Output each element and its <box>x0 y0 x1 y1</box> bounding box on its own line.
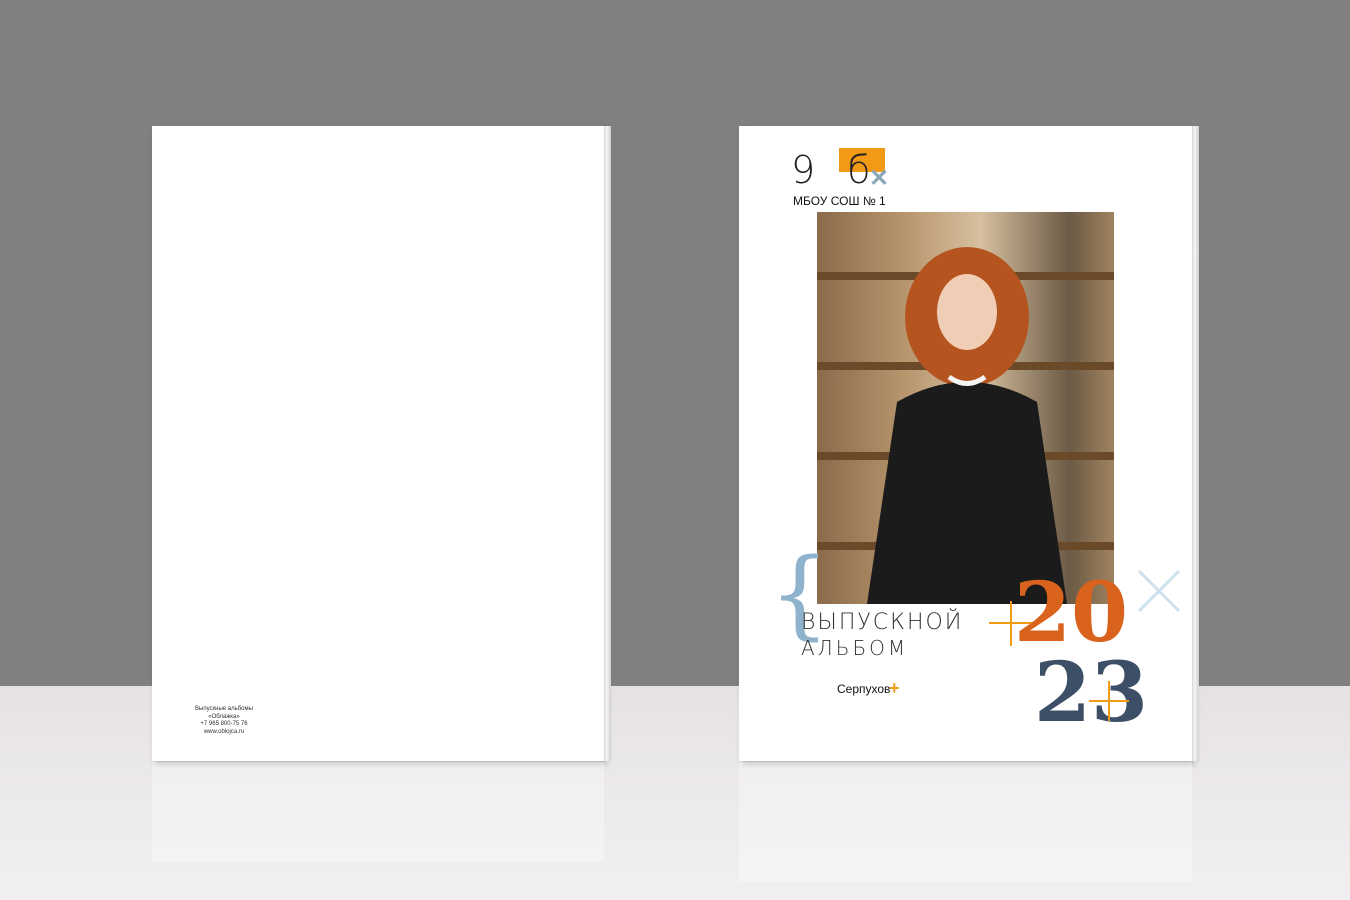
class-label: 9 б <box>791 148 881 192</box>
back-cover-reflection <box>152 762 604 862</box>
student-figure <box>867 247 1067 604</box>
imprint: Выпускные альбомы «Облажка» +7 965 800-7… <box>194 706 254 736</box>
front-cover-reflection <box>739 762 1192 882</box>
imprint-line: «Облажка» <box>208 713 240 720</box>
book-spine-edge <box>1192 126 1199 761</box>
album-title-line1: ВЫПУСКНОЙ <box>801 610 964 635</box>
book-spine-edge <box>604 126 611 761</box>
imprint-line: www.oblojca.ru <box>203 728 245 735</box>
back-cover: Выпускные альбомы «Облажка» +7 965 800-7… <box>152 126 611 761</box>
cross-outline-icon <box>1137 569 1181 613</box>
city-name: Серпухов <box>837 682 891 696</box>
school-name: МБОУ СОШ № 1 <box>793 194 886 208</box>
year-bottom: 23 <box>1034 645 1148 741</box>
imprint-line: +7 965 800-75 76 <box>200 721 248 727</box>
imprint-line: Выпускные альбомы <box>195 706 253 712</box>
plus-decoration-icon: + <box>889 678 900 698</box>
student-photo <box>817 212 1114 604</box>
graduation-year-graphic: 20 23 <box>989 565 1181 741</box>
front-cover: 9 б ✕ МБОУ СОШ № 1 { ВЫПУСКНОЙ АЛЬБОМ Се… <box>739 126 1199 761</box>
album-title-line2: АЛЬБОМ <box>801 636 909 660</box>
